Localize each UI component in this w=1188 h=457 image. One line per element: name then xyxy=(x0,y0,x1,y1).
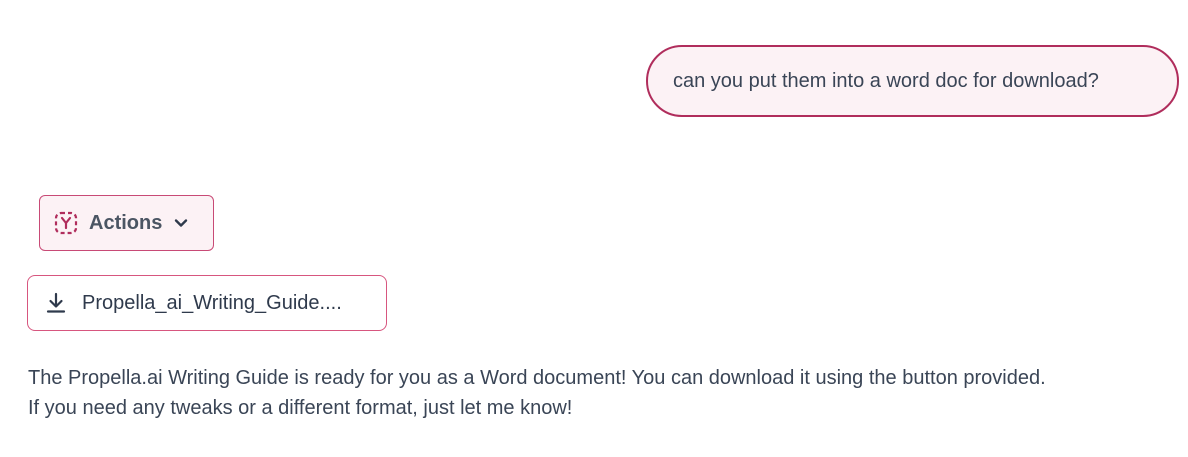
download-file-button[interactable]: Propella_ai_Writing_Guide.... xyxy=(27,275,387,331)
assistant-message: The Propella.ai Writing Guide is ready f… xyxy=(28,363,1178,423)
actions-button[interactable]: Actions xyxy=(39,195,214,251)
chat-page: can you put them into a word doc for dow… xyxy=(0,0,1188,457)
user-message-text: can you put them into a word doc for dow… xyxy=(673,69,1099,92)
chevron-down-icon xyxy=(172,214,190,232)
download-file-label: Propella_ai_Writing_Guide.... xyxy=(82,291,342,314)
actions-icon xyxy=(53,210,79,236)
user-message-bubble: can you put them into a word doc for dow… xyxy=(646,45,1179,117)
assistant-message-line: If you need any tweaks or a different fo… xyxy=(28,397,573,419)
actions-label: Actions xyxy=(89,211,163,234)
download-icon xyxy=(45,292,67,314)
assistant-message-line: The Propella.ai Writing Guide is ready f… xyxy=(28,367,1046,389)
